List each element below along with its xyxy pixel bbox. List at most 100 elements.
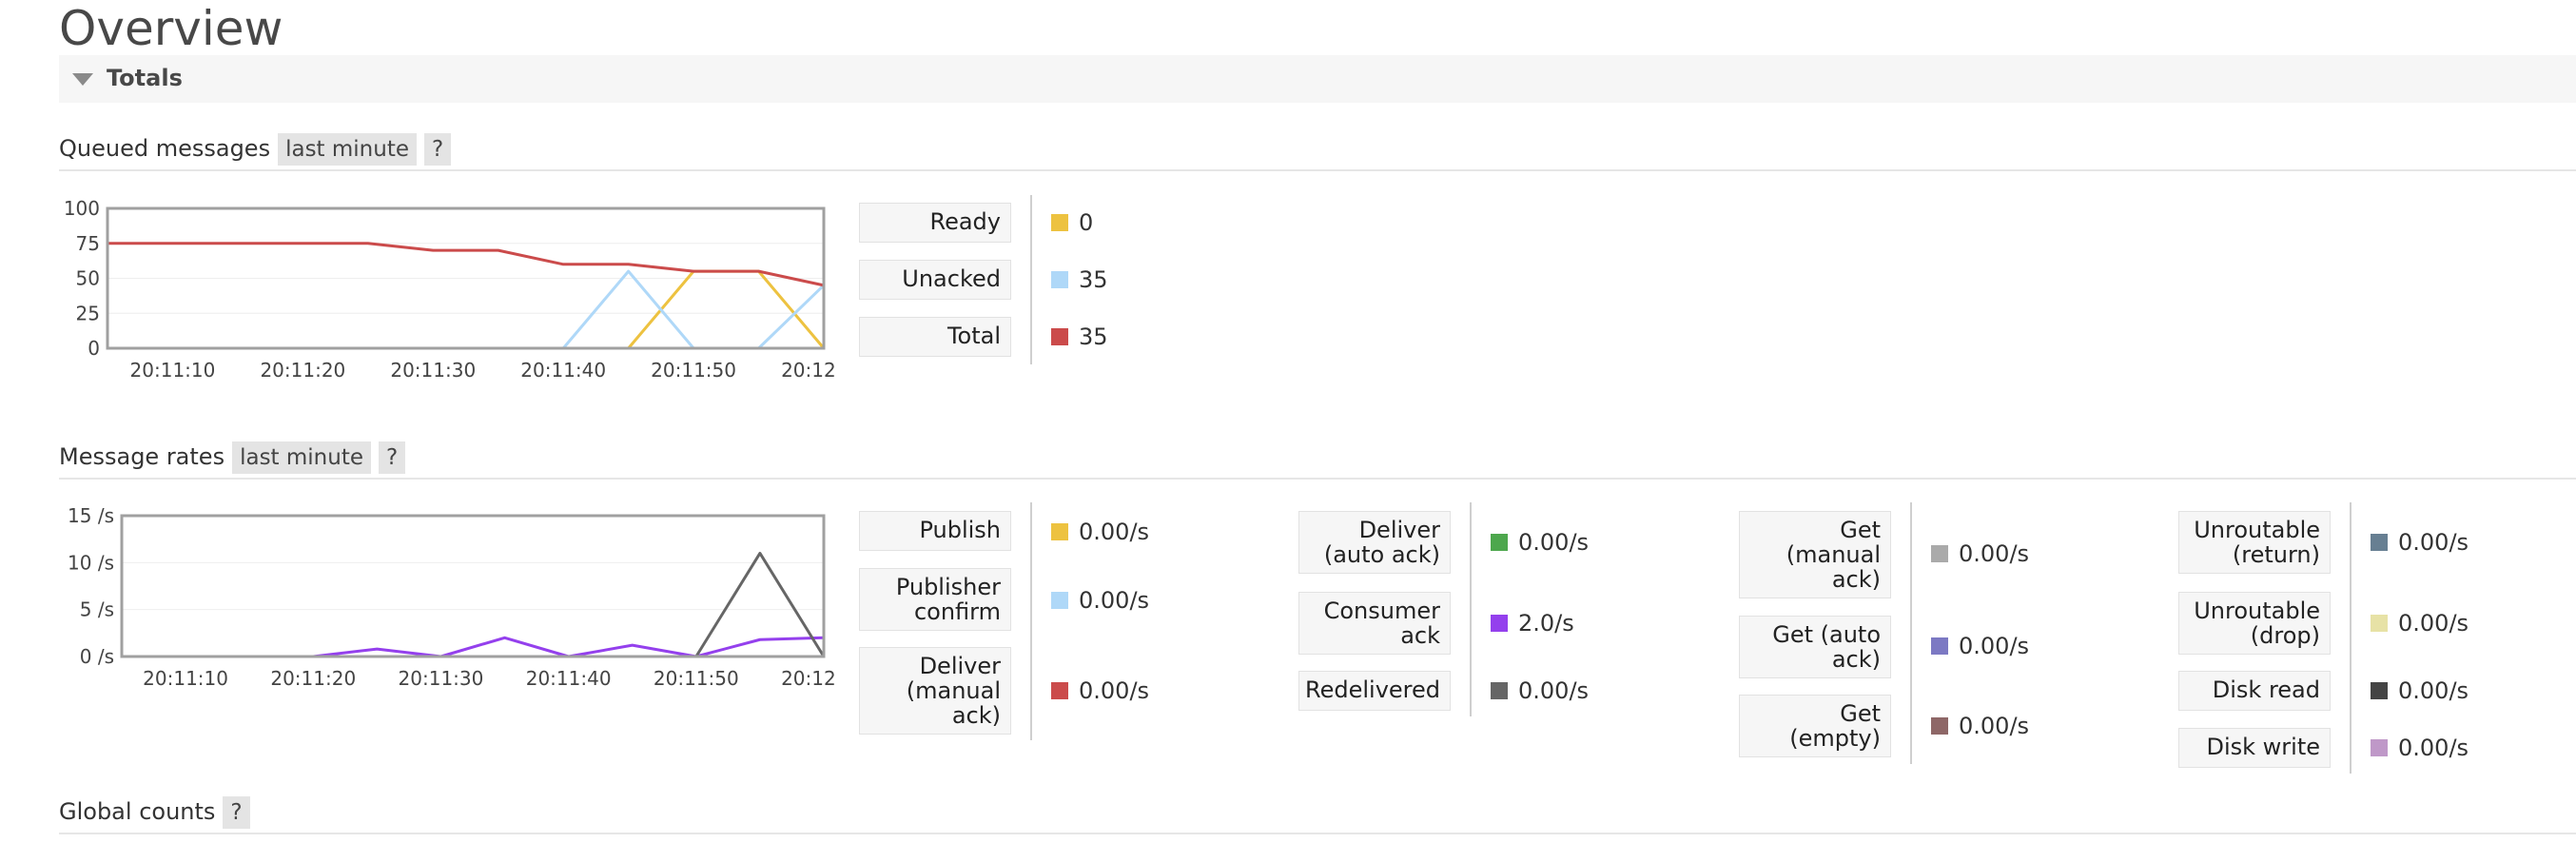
legend-separator [1030,195,1032,364]
x-tick-label: 20:11:50 [651,359,736,382]
series-line [122,636,825,658]
disk-write-value: 0.00/s [2398,735,2469,761]
rates-help-button[interactable]: ? [379,441,406,474]
disk-write-color-swatch [2371,739,2388,756]
x-tick-label: 20:11:50 [654,667,739,690]
redelivered-color-swatch [1491,682,1508,699]
message-rates-title: Message rates [59,443,225,470]
legend-label-deliver-auto-ack: Deliver (auto ack) [1298,511,1451,574]
y-tick-label: 25 [76,302,100,324]
legend-separator [1470,502,1472,716]
series-line [107,242,825,287]
plot-frame [120,514,826,658]
legend-label-unacked: Unacked [859,260,1011,300]
x-tick-label: 20:11:20 [260,359,345,382]
y-tick-label: 5 /s [80,598,114,621]
divider [59,169,2576,171]
redelivered-value: 0.00/s [1518,677,1590,704]
series-line [122,551,826,658]
legend-separator [1030,502,1032,740]
consumer-ack-value: 2.0/s [1518,610,1574,637]
legend-label-get-auto-ack: Get (auto ack) [1739,616,1891,678]
unacked-value: 35 [1079,266,1108,293]
x-tick-label: 20:11:10 [130,359,216,382]
deliver-auto-ack-color-swatch [1491,534,1508,551]
x-tick-label: 20:11:40 [526,667,612,690]
totals-label: Totals [107,65,183,91]
legend-label-unroutable-drop: Unroutable (drop) [2178,592,2331,655]
legend-label-get-manual-ack: Get (manual ack) [1739,511,1891,598]
get-auto-ack-color-swatch [1931,637,1948,655]
unroutable-drop-value: 0.00/s [2398,610,2469,637]
legend-separator [1910,502,1912,764]
rates-range-button[interactable]: last minute [232,441,371,474]
queued-messages-chart: 0 25 50 75 100 20:11:10 20:11:20 20:11:30 20:11:… [64,197,837,382]
legend-label-deliver-manual-ack: Deliver (manual ack) [859,647,1011,735]
unroutable-return-value: 0.00/s [2398,529,2469,556]
get-auto-ack-value: 0.00/s [1959,633,2030,659]
unacked-color-swatch [1051,271,1068,288]
page-title: Overview [59,1,283,56]
divider [59,833,2576,834]
collapse-triangle-icon[interactable] [72,73,93,86]
legend-label-consumer-ack: Consumer ack [1298,592,1451,655]
queued-messages-header: Queued messages last minute? [59,133,452,166]
legend-label-publish: Publish [859,511,1011,551]
x-tick-label: 20:11:30 [390,359,476,382]
ready-value: 0 [1079,209,1094,236]
x-tick-label: 20:11:30 [399,667,484,690]
global-counts-header: Global counts? [59,796,250,829]
legend-label-disk-read: Disk read [2178,671,2331,711]
y-tick-label: 75 [76,232,100,255]
y-tick-label: 10 /s [68,551,114,574]
consumer-ack-color-swatch [1491,615,1508,632]
message-rates-header: Message rates last minute? [59,441,406,474]
y-tick-label: 0 /s [80,645,114,668]
get-manual-ack-color-swatch [1931,545,1948,562]
publish-color-swatch [1051,523,1068,540]
series-line [107,269,826,350]
disk-read-value: 0.00/s [2398,677,2469,704]
global-help-button[interactable]: ? [223,796,250,829]
get-empty-value: 0.00/s [1959,713,2030,739]
queued-messages-title: Queued messages [59,135,271,162]
deliver-auto-ack-value: 0.00/s [1518,529,1590,556]
x-tick-label: 20:12:00 [781,667,837,690]
legend-separator [2350,502,2352,774]
deliver-manual-ack-color-swatch [1051,682,1068,699]
x-tick-label: 20:12:00 [781,359,837,382]
message-rates-chart: 0 /s 5 /s 10 /s 15 /s 20:11:10 20:11:20 20:11:… [68,504,837,690]
disk-read-color-swatch [2371,682,2388,699]
legend-label-unroutable-return: Unroutable (return) [2178,511,2331,574]
totals-section-header[interactable]: Totals [59,55,2576,103]
x-tick-label: 20:11:20 [270,667,356,690]
x-tick-label: 20:11:40 [520,359,606,382]
legend-label-publisher-confirm: Publisher confirm [859,568,1011,631]
y-tick-label: 50 [76,267,100,290]
x-tick-label: 20:11:10 [143,667,228,690]
series-line [107,269,826,350]
get-empty-color-swatch [1931,717,1948,735]
y-tick-label: 100 [64,197,100,220]
legend-label-redelivered: Redelivered [1298,671,1451,711]
queued-help-button[interactable]: ? [424,133,452,166]
y-tick-label: 0 [88,337,100,360]
get-manual-ack-value: 0.00/s [1959,540,2030,567]
ready-color-swatch [1051,214,1068,231]
publisher-confirm-value: 0.00/s [1079,587,1150,614]
total-value: 35 [1079,323,1108,350]
publish-value: 0.00/s [1079,519,1150,545]
divider [59,478,2576,480]
legend-label-get-empty: Get (empty) [1739,695,1891,757]
deliver-manual-ack-value: 0.00/s [1079,677,1150,704]
total-color-swatch [1051,328,1068,345]
y-tick-label: 15 /s [68,504,114,527]
global-counts-title: Global counts [59,798,216,825]
unroutable-drop-color-swatch [2371,615,2388,632]
unroutable-return-color-swatch [2371,534,2388,551]
legend-label-disk-write: Disk write [2178,728,2331,768]
legend-label-ready: Ready [859,203,1011,243]
queued-range-button[interactable]: last minute [278,133,417,166]
publisher-confirm-color-swatch [1051,592,1068,609]
legend-label-total: Total [859,317,1011,357]
